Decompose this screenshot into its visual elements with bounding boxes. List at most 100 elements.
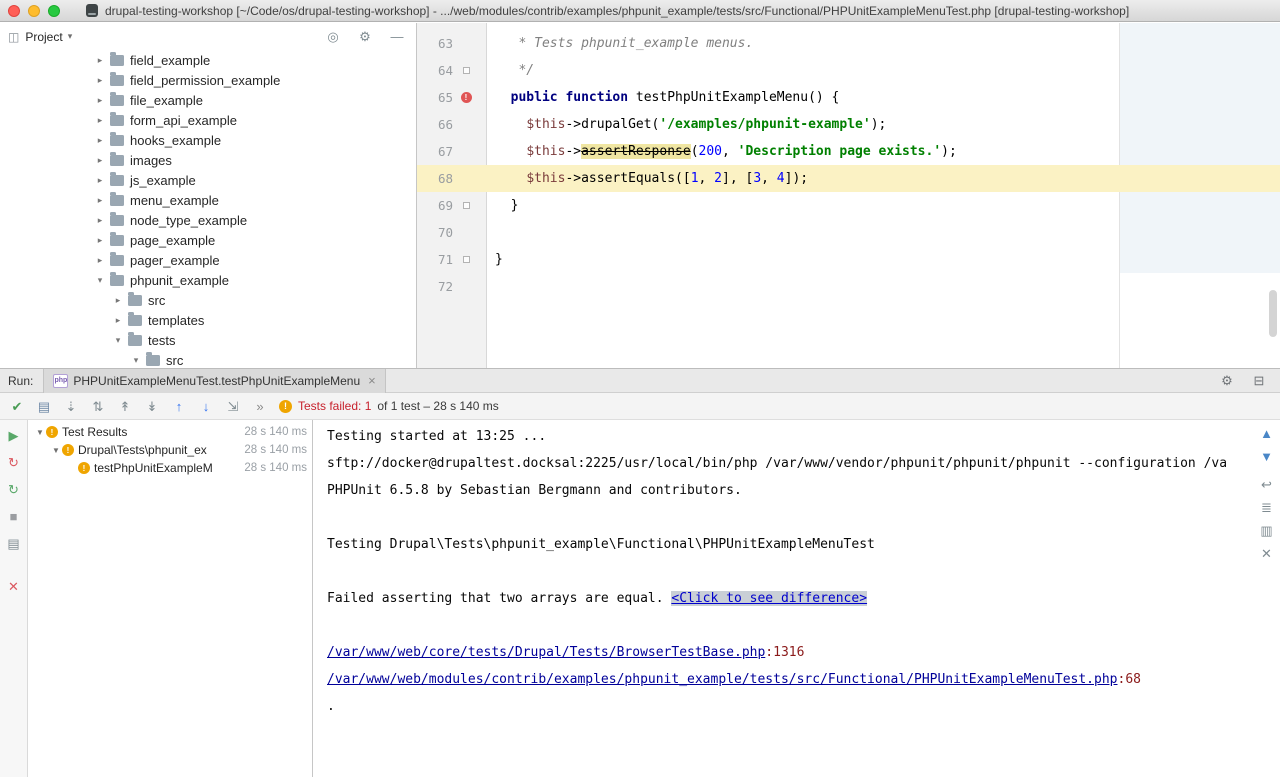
project-tree-item[interactable]: ▸ file_example [0,90,416,110]
editor-line[interactable]: 67 $this->assertResponse(200, 'Descripti… [417,138,1280,165]
project-tree-item[interactable]: ▸src [0,290,416,310]
fold-marker-icon[interactable] [463,67,470,74]
scroll-up-icon[interactable]: ▲ [1258,427,1276,440]
editor-line[interactable]: 71} [417,246,1280,273]
toggle-auto-test-icon[interactable]: ↻ [5,483,23,496]
sort-by-duration-icon[interactable]: ⇅ [89,400,107,413]
chevron-right-icon[interactable]: ▸ [94,75,106,86]
editor-line[interactable]: 65! public function testPhpUnitExampleMe… [417,84,1280,111]
project-tree-item[interactable]: ▸menu_example [0,190,416,210]
expand-all-icon[interactable]: ↡ [143,400,161,413]
project-tree-item[interactable]: ▸field_permission_example [0,70,416,90]
chevron-right-icon[interactable]: ▸ [94,135,106,146]
sort-alphabetically-icon[interactable]: ⇣ [62,400,80,413]
project-panel-title[interactable]: Project [25,30,62,44]
project-tree-item[interactable]: ▸node_type_example [0,210,416,230]
stop-icon[interactable]: ■ [5,510,23,523]
fold-marker-icon[interactable] [453,67,479,74]
show-passed-icon[interactable]: ✔ [8,400,26,413]
settings-icon[interactable]: ⚙ [1218,374,1236,387]
chevron-down-icon[interactable]: ▾ [130,355,142,366]
project-tree-item[interactable]: ▸ hooks_example [0,130,416,150]
rerun-failed-tests-icon[interactable]: ↻ [5,456,23,469]
chevron-right-icon[interactable]: ▸ [94,115,106,126]
project-tree-item[interactable]: ▸page_example [0,230,416,250]
editor-line[interactable]: 64 */ [417,57,1280,84]
editor-line[interactable]: 70 [417,219,1280,246]
show-test-output-icon[interactable]: ▤ [35,400,53,413]
code-editor[interactable]: 63 * Tests phpunit_example menus.64 */65… [417,23,1280,368]
editor-line[interactable]: 72 [417,273,1280,300]
project-tree-item[interactable]: ▸images [0,150,416,170]
chevron-right-icon[interactable]: ▸ [94,235,106,246]
chevron-right-icon[interactable]: ▸ [94,215,106,226]
editor-line[interactable]: 69 } [417,192,1280,219]
project-tree-item[interactable]: ▾src [0,350,416,368]
test-tree-item[interactable]: !testPhpUnitExampleM28 s 140 ms [28,459,312,477]
collapse-all-icon[interactable]: ↟ [116,400,134,413]
project-tree-item[interactable]: ▾phpunit_example [0,270,416,290]
tree-item-label: hooks_example [130,133,221,148]
previous-failed-test-icon[interactable]: ↑ [170,400,188,413]
chevron-down-icon[interactable]: ▾ [68,31,73,42]
chevron-right-icon[interactable]: ▸ [94,175,106,186]
project-tree-item[interactable]: ▸field_example [0,50,416,70]
print-icon[interactable]: ▥ [1258,524,1276,537]
test-history-icon[interactable]: ▤ [5,537,23,550]
close-window-button[interactable] [8,5,20,17]
chevron-right-icon[interactable]: ▸ [94,55,106,66]
test-failed-gutter-icon[interactable]: ! [461,92,472,103]
clear-all-icon[interactable]: ✕ [1258,547,1276,560]
chevron-down-icon[interactable]: ▾ [94,275,106,286]
test-failed-gutter-icon[interactable]: ! [453,92,479,103]
hide-panel-icon[interactable]: ⊟ [1250,374,1268,387]
fold-marker-icon[interactable] [453,256,479,263]
soft-wrap-icon[interactable]: ↩ [1258,478,1276,491]
test-tree-item[interactable]: ▼!Test Results28 s 140 ms [28,423,312,441]
console-link[interactable]: <Click to see difference> [671,591,867,606]
project-tree-item[interactable]: ▸form_api_example [0,110,416,130]
console-link[interactable]: /var/www/web/modules/contrib/examples/ph… [327,672,1118,687]
run-tab[interactable]: php PHPUnitExampleMenuTest.testPhpUnitEx… [43,369,385,393]
chevron-right-icon[interactable]: ▸ [94,255,106,266]
hide-panel-icon[interactable]: — [388,30,406,43]
fold-marker-icon[interactable] [463,256,470,263]
chevron-right-icon[interactable]: ▸ [112,315,124,326]
chevron-right-icon[interactable]: ▸ [94,195,106,206]
rerun-icon[interactable]: ▶ [5,429,23,442]
console-link[interactable]: /var/www/web/core/tests/Drupal/Tests/Bro… [327,645,765,660]
project-tree-item[interactable]: ▸js_example [0,170,416,190]
editor-gutter: 70 [417,219,487,246]
chevron-right-icon[interactable]: ▸ [112,295,124,306]
scroll-down-icon[interactable]: ▼ [1258,450,1276,463]
project-tree-item[interactable]: ▸pager_example [0,250,416,270]
locate-file-icon[interactable]: ◎ [324,30,342,43]
test-duration: 28 s 140 ms [238,426,307,438]
import-test-results-icon[interactable]: ⇲ [224,400,242,413]
chevron-right-icon[interactable]: ▸ [94,95,106,106]
minimize-window-button[interactable] [28,5,40,17]
chevron-down-icon[interactable]: ▼ [34,428,46,437]
next-failed-test-icon[interactable]: ↓ [197,400,215,413]
chevron-down-icon[interactable]: ▼ [50,446,62,455]
test-console-output[interactable]: Testing started at 13:25 ...sftp://docke… [313,420,1253,777]
editor-line[interactable]: 68 $this->assertEquals([1, 2], [3, 4]); [417,165,1280,192]
chevron-right-icon[interactable]: ▸ [94,155,106,166]
scroll-to-end-icon[interactable]: ≣ [1258,501,1276,514]
editor-scrollbar-thumb[interactable] [1269,290,1277,337]
fold-marker-icon[interactable] [463,202,470,209]
console-line: Testing Drupal\Tests\phpunit_example\Fun… [327,531,1253,558]
editor-line[interactable]: 66 $this->drupalGet('/examples/phpunit-e… [417,111,1280,138]
tree-item-label: file_example [130,93,203,108]
settings-icon[interactable]: ⚙ [356,30,374,43]
close-icon[interactable]: ✕ [5,580,23,593]
project-tree-item[interactable]: ▸templates [0,310,416,330]
close-tab-icon[interactable]: × [368,373,376,388]
test-tree-item[interactable]: ▼!Drupal\Tests\phpunit_ex28 s 140 ms [28,441,312,459]
zoom-window-button[interactable] [48,5,60,17]
project-tree-item[interactable]: ▾tests [0,330,416,350]
more-chevron-icon[interactable]: » [251,400,269,413]
fold-marker-icon[interactable] [453,202,479,209]
chevron-down-icon[interactable]: ▾ [112,335,124,346]
editor-line[interactable]: 63 * Tests phpunit_example menus. [417,30,1280,57]
